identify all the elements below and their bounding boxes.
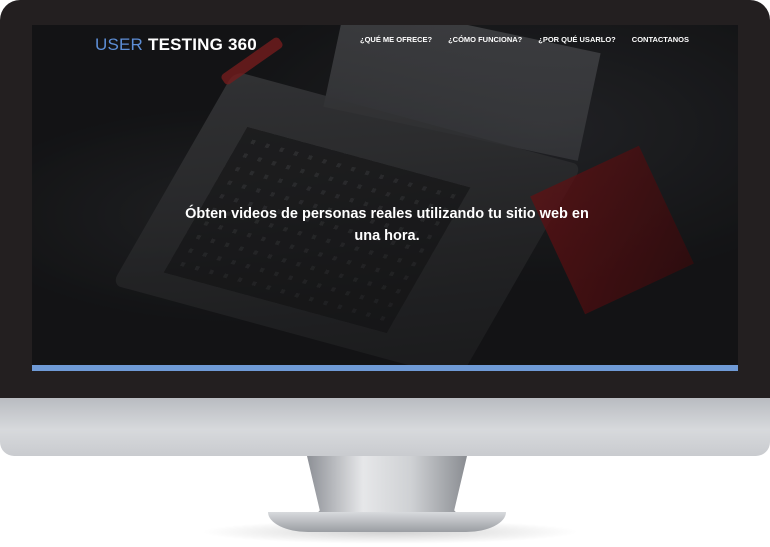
nav-link-que-me-ofrece[interactable]: ¿QUÉ ME OFRECE? bbox=[360, 35, 432, 44]
website-screen: USER TESTING 360 ¿QUÉ ME OFRECE? ¿CÓMO F… bbox=[32, 25, 738, 371]
nav-link-contactanos[interactable]: CONTACTANOS bbox=[632, 35, 689, 44]
monitor-stand-base bbox=[268, 512, 506, 532]
hero-dark-overlay bbox=[32, 25, 738, 371]
monitor-mockup: USER TESTING 360 ¿QUÉ ME OFRECE? ¿CÓMO F… bbox=[0, 0, 770, 547]
logo-accent-text: USER bbox=[95, 35, 144, 54]
hero-headline: Óbten videos de personas reales utilizan… bbox=[185, 206, 589, 244]
site-logo[interactable]: USER TESTING 360 bbox=[95, 35, 257, 55]
nav-link-como-funciona[interactable]: ¿CÓMO FUNCIONA? bbox=[448, 35, 522, 44]
nav-link-por-que-usarlo[interactable]: ¿POR QUÉ USARLO? bbox=[538, 35, 616, 44]
screen-accent-bar bbox=[32, 365, 738, 371]
monitor-chin bbox=[0, 398, 770, 456]
main-nav: ¿QUÉ ME OFRECE? ¿CÓMO FUNCIONA? ¿POR QUÉ… bbox=[360, 35, 689, 44]
logo-main-text: TESTING 360 bbox=[147, 35, 257, 54]
